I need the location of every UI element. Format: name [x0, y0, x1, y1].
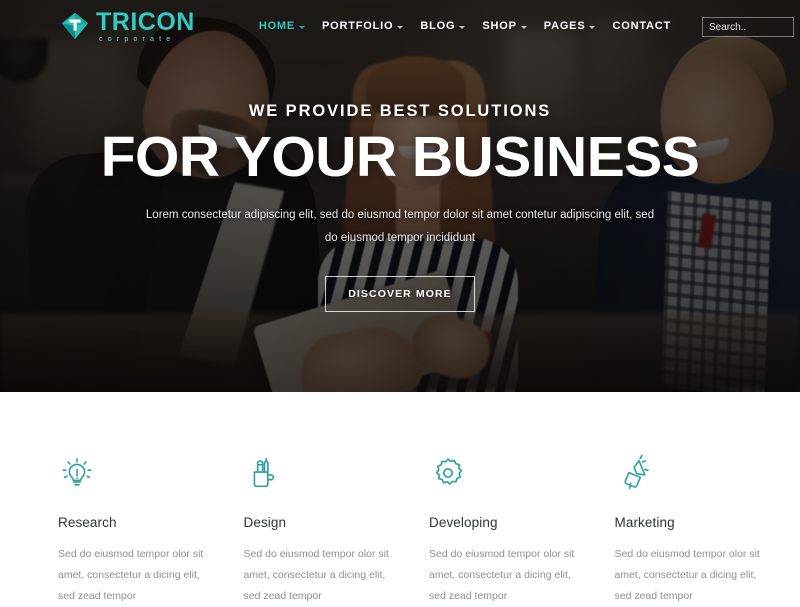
nav-label: SHOP [482, 20, 516, 32]
hero-content: WE PROVIDE BEST SOLUTIONS FOR YOUR BUSIN… [0, 0, 800, 392]
service-text: Sed do eiusmod tempor olor sit amet, con… [429, 544, 587, 607]
discover-more-button[interactable]: DISCOVER MORE [325, 276, 475, 312]
nav-item-home[interactable]: HOME [259, 20, 305, 32]
nav-label: BLOG [420, 20, 455, 32]
logo-name: TRICON [96, 10, 195, 35]
service-text: Sed do eiusmod tempor olor sit amet, con… [244, 544, 402, 607]
site-logo[interactable]: TRICON corporate [60, 10, 195, 43]
hero-subtitle: Lorem consectetur adipiscing elit, sed d… [140, 204, 660, 251]
nav-label: PAGES [544, 20, 586, 32]
diamond-logo-icon [60, 11, 90, 41]
service-title: Marketing [615, 515, 773, 530]
service-card-developing: Developing Sed do eiusmod tempor olor si… [429, 454, 615, 594]
nav-item-contact[interactable]: CONTACT [612, 20, 671, 32]
megaphone-icon [615, 454, 773, 494]
service-title: Design [244, 515, 402, 530]
chevron-down-icon [299, 26, 305, 29]
service-card-design: Design Sed do eiusmod tempor olor sit am… [244, 454, 430, 594]
service-text: Sed do eiusmod tempor olor sit amet, con… [58, 544, 216, 607]
site-header: TRICON corporate HOME PORTFOLIO BLOG SHO… [0, 0, 800, 52]
nav-item-portfolio[interactable]: PORTFOLIO [322, 20, 403, 32]
service-title: Research [58, 515, 216, 530]
hero-kicker: WE PROVIDE BEST SOLUTIONS [249, 102, 551, 121]
logo-tagline: corporate [96, 36, 195, 43]
main-navigation: HOME PORTFOLIO BLOG SHOP PAGES CONTACT [259, 20, 671, 32]
search-input[interactable] [702, 17, 794, 37]
chevron-down-icon [521, 26, 527, 29]
nav-label: HOME [259, 20, 295, 32]
service-card-research: Research Sed do eiusmod tempor olor sit … [58, 454, 244, 594]
service-title: Developing [429, 515, 587, 530]
chevron-down-icon [397, 26, 403, 29]
lightbulb-icon [58, 454, 216, 494]
services-section: Research Sed do eiusmod tempor olor sit … [0, 392, 800, 594]
nav-item-blog[interactable]: BLOG [420, 20, 465, 32]
chevron-down-icon [459, 26, 465, 29]
gear-icon [429, 454, 587, 494]
nav-item-shop[interactable]: SHOP [482, 20, 526, 32]
pencil-cup-icon [244, 454, 402, 494]
nav-label: CONTACT [612, 20, 671, 32]
nav-label: PORTFOLIO [322, 20, 393, 32]
service-text: Sed do eiusmod tempor olor sit amet, con… [615, 544, 773, 607]
hero-section: TRICON corporate HOME PORTFOLIO BLOG SHO… [0, 0, 800, 392]
hero-title: FOR YOUR BUSINESS [101, 127, 700, 187]
chevron-down-icon [589, 26, 595, 29]
nav-item-pages[interactable]: PAGES [544, 20, 596, 32]
service-card-marketing: Marketing Sed do eiusmod tempor olor sit… [615, 454, 800, 594]
